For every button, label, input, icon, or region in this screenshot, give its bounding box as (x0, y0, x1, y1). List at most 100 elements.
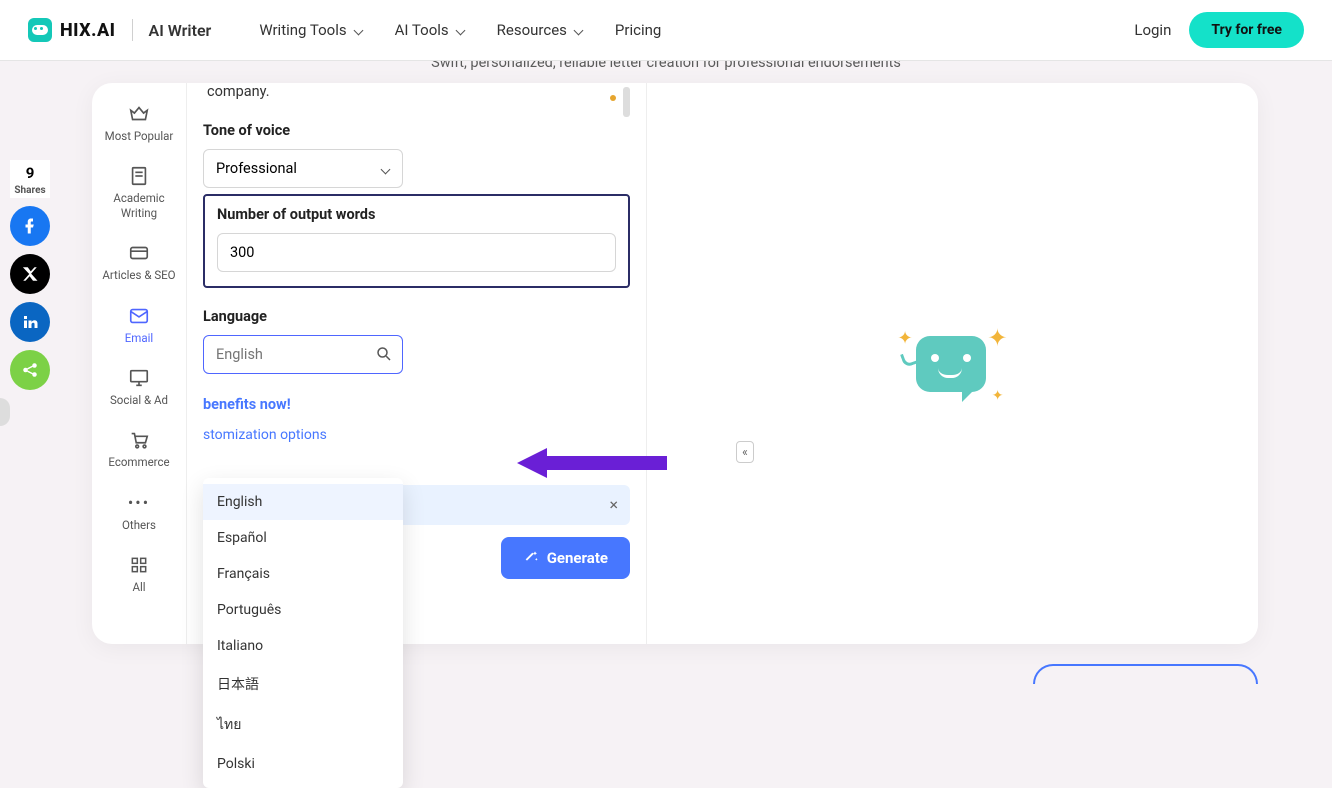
app-name: AI Writer (149, 21, 212, 40)
bot-illustration: ✦ ✦ ✦ (898, 324, 1008, 404)
logo-icon (28, 18, 52, 42)
nav-label: Pricing (615, 21, 661, 39)
lang-option-japanese[interactable]: 日本語 (203, 664, 403, 704)
lang-option-polski[interactable]: Polski (203, 746, 403, 782)
nav-label: Writing Tools (259, 21, 346, 39)
nav-resources[interactable]: Resources (497, 21, 583, 39)
sidebar-item-others[interactable]: ••• Others (92, 484, 186, 542)
sidebar-item-seo[interactable]: Articles & SEO (92, 234, 186, 292)
scrollbar[interactable] (620, 83, 630, 123)
sidebar-item-label: Others (122, 518, 156, 532)
chevron-down-icon (380, 164, 390, 174)
dots-icon: ••• (128, 492, 150, 514)
grid-icon (128, 554, 150, 576)
generate-label: Generate (547, 549, 608, 567)
sidebar-item-academic[interactable]: Academic Writing (92, 157, 186, 230)
share-count: 9 Shares (10, 160, 50, 198)
category-sidebar: Most Popular Academic Writing Articles &… (92, 83, 187, 644)
tone-select[interactable]: Professional (203, 149, 403, 188)
collapse-toggle[interactable]: « (736, 441, 754, 463)
decorative-half-circle (0, 398, 10, 426)
chevron-down-icon (353, 25, 363, 35)
tone-label: Tone of voice (203, 122, 630, 139)
nav-writing-tools[interactable]: Writing Tools (259, 21, 362, 39)
sidebar-item-all[interactable]: All (92, 546, 186, 604)
sidebar-item-label: Ecommerce (108, 455, 169, 469)
sidebar-item-label: Most Popular (105, 129, 174, 143)
share-facebook[interactable] (10, 206, 50, 246)
wand-icon (523, 550, 539, 566)
output-words-group: Number of output words (203, 194, 630, 288)
sidebar-item-most-popular[interactable]: Most Popular (92, 95, 186, 153)
try-free-button[interactable]: Try for free (1189, 12, 1304, 48)
linkedin-icon (21, 313, 39, 331)
nav-pricing[interactable]: Pricing (615, 21, 661, 39)
sidebar-item-social[interactable]: Social & Ad (92, 359, 186, 417)
form-panel: company. Tone of voice Professional Numb… (187, 83, 647, 644)
ray-icon (900, 350, 918, 368)
card-icon (128, 242, 150, 264)
lang-option-espanol[interactable]: Español (203, 520, 403, 556)
sparkle-icon: ✦ (987, 324, 1007, 352)
context-snippet: company. (203, 83, 630, 108)
share-linkedin[interactable] (10, 302, 50, 342)
lang-option-francais[interactable]: Français (203, 556, 403, 592)
sparkle-icon: ✦ (898, 328, 913, 349)
bot-body (916, 336, 986, 392)
sparkle-icon: ✦ (992, 388, 1004, 404)
nav-label: AI Tools (395, 21, 449, 39)
main-nav: Writing Tools AI Tools Resources Pricing (259, 21, 661, 39)
words-input[interactable] (217, 233, 616, 272)
lang-option-italiano[interactable]: Italiano (203, 628, 403, 664)
language-label: Language (203, 308, 630, 325)
share-count-label: Shares (14, 185, 45, 196)
x-icon (21, 265, 39, 283)
sidebar-item-label: Articles & SEO (102, 268, 175, 282)
share-rail: 9 Shares (10, 160, 50, 390)
mail-icon (128, 305, 150, 327)
promo-suffix: benefits now! (203, 396, 291, 413)
cta-pill-truncated[interactable] (1033, 664, 1258, 684)
monitor-icon (128, 367, 150, 389)
logo[interactable]: HIX.AI AI Writer (28, 18, 211, 42)
lang-option-thai[interactable]: ไทย (203, 704, 403, 746)
share-count-number: 9 (12, 164, 48, 182)
sidebar-item-ecommerce[interactable]: Ecommerce (92, 421, 186, 479)
promo-subtitle: stomization options (203, 427, 630, 443)
share-sharethis[interactable] (10, 350, 50, 390)
language-dropdown: English Español Français Português Itali… (203, 478, 403, 788)
nav-ai-tools[interactable]: AI Tools (395, 21, 465, 39)
search-icon (375, 345, 393, 363)
language-search (203, 335, 403, 374)
preview-area: ✦ ✦ ✦ (647, 83, 1258, 644)
crown-icon (128, 103, 150, 125)
words-label: Number of output words (217, 206, 616, 223)
context-snippet-text: company. (207, 83, 270, 100)
sidebar-item-label: Email (125, 331, 153, 345)
chevron-down-icon (455, 25, 465, 35)
paper-icon (128, 165, 150, 187)
login-link[interactable]: Login (1134, 21, 1171, 39)
logo-separator (132, 19, 133, 41)
share-icon (21, 361, 39, 379)
promo-block: benefits now! stomization options (203, 396, 630, 443)
sidebar-item-email[interactable]: Email (92, 297, 186, 355)
lang-option-english[interactable]: English (203, 484, 403, 520)
cart-icon (128, 429, 150, 451)
main-card: Most Popular Academic Writing Articles &… (92, 83, 1258, 644)
tone-value: Professional (216, 160, 297, 177)
facebook-icon (21, 217, 39, 235)
header-actions: Login Try for free (1134, 12, 1304, 48)
promo-title: benefits now! (203, 396, 630, 413)
share-x[interactable] (10, 254, 50, 294)
generate-button[interactable]: Generate (501, 537, 630, 579)
close-icon[interactable]: × (609, 495, 618, 514)
chevron-down-icon (573, 25, 583, 35)
language-input[interactable] (203, 335, 403, 374)
annotation-arrow (517, 443, 667, 487)
top-header: HIX.AI AI Writer Writing Tools AI Tools … (0, 0, 1332, 61)
lang-option-portugues[interactable]: Português (203, 592, 403, 628)
nav-label: Resources (497, 21, 567, 39)
sidebar-item-label: Social & Ad (110, 393, 168, 407)
sidebar-item-label: Academic Writing (96, 191, 182, 220)
